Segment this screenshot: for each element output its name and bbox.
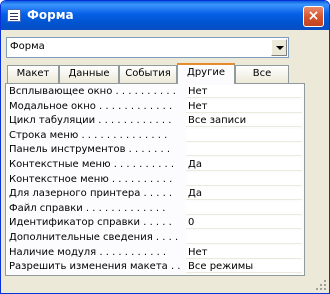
tab-other[interactable]: Другие xyxy=(177,63,235,84)
property-grid: Всплывающее окно . . . . . . . . . . Нет М… xyxy=(5,83,305,276)
property-row[interactable]: Контекстные меню . . . . . . . . . . Да xyxy=(7,158,303,172)
title-bar[interactable]: Форма × xyxy=(1,1,329,30)
property-label: Всплывающее окно . . . . . . . . . . xyxy=(9,86,176,97)
property-row[interactable]: Всплывающее окно . . . . . . . . . . Нет xyxy=(7,85,303,99)
property-row[interactable]: Разрешить изменения макета . . Все режимы xyxy=(7,260,303,274)
object-selector-combo[interactable]: Форма xyxy=(6,37,289,58)
property-value[interactable] xyxy=(186,143,302,157)
property-value[interactable] xyxy=(186,172,302,186)
property-label: Идентификатор справки . . . . . xyxy=(9,217,172,229)
property-row[interactable]: Цикл табуляции . . . . . . . . . . . . Вс… xyxy=(7,114,303,128)
property-label: Модальное окно . . . . . . . . . . . . xyxy=(9,100,173,112)
property-label: Цикл табуляции . . . . . . . . . . . . xyxy=(9,115,172,127)
properties-icon xyxy=(7,9,21,22)
property-row[interactable]: Строка меню . . . . . . . . . . . . . . xyxy=(7,128,303,143)
property-row[interactable]: Идентификатор справки . . . . . 0 xyxy=(7,216,303,230)
property-row[interactable]: Для лазерного принтера . . . . . Да xyxy=(7,187,303,201)
property-value[interactable]: Все записи xyxy=(186,114,302,128)
property-value[interactable]: Нет xyxy=(186,85,302,98)
property-value[interactable]: Да xyxy=(186,158,302,171)
tab-data[interactable]: Данные xyxy=(59,65,119,83)
property-label: Для лазерного принтера . . . . . xyxy=(9,188,173,200)
tab-all[interactable]: Все xyxy=(235,65,289,83)
property-row[interactable]: Контекстное меню . . . . . . . . . . xyxy=(7,172,303,187)
tab-events[interactable]: События xyxy=(119,65,177,83)
property-row[interactable]: Файл справки . . . . . . . . . . . . . xyxy=(7,201,303,216)
property-label: Строка меню . . . . . . . . . . . . . . xyxy=(9,129,168,141)
dropdown-arrow-icon[interactable] xyxy=(271,39,287,56)
property-label: Контекстные меню . . . . . . . . . . xyxy=(9,159,175,170)
property-value[interactable]: Все режимы xyxy=(186,260,302,274)
property-value[interactable]: Нет xyxy=(186,245,302,259)
property-label: Дополнительные сведения . . . . xyxy=(9,232,179,243)
property-value[interactable]: Да xyxy=(186,187,302,201)
property-label: Панель инструментов . . . . . . . xyxy=(9,144,171,156)
property-row[interactable]: Дополнительные сведения . . . . xyxy=(7,231,303,245)
property-row[interactable]: Панель инструментов . . . . . . . xyxy=(7,143,303,157)
property-row[interactable]: Наличие модуля . . . . . . . . . . . Нет xyxy=(7,245,303,260)
tab-layout[interactable]: Макет xyxy=(7,65,59,83)
property-value[interactable] xyxy=(186,231,302,244)
object-selector-value: Форма xyxy=(10,41,45,52)
property-label: Наличие модуля . . . . . . . . . . . xyxy=(9,246,167,258)
property-value[interactable] xyxy=(186,201,302,215)
property-label: Файл справки . . . . . . . . . . . . . xyxy=(9,202,166,214)
property-value[interactable] xyxy=(186,128,302,142)
property-value[interactable]: 0 xyxy=(186,216,302,230)
window-title: Форма xyxy=(27,8,74,22)
property-sheet-window: Форма × Форма Макет Данные События Други… xyxy=(0,0,330,294)
close-button[interactable]: × xyxy=(303,6,324,27)
property-value[interactable]: Нет xyxy=(186,99,302,113)
property-label: Разрешить изменения макета . . xyxy=(9,261,181,273)
property-label: Контекстное меню . . . . . . . . . . xyxy=(9,173,173,185)
resize-grip-icon[interactable] xyxy=(315,279,327,291)
property-row[interactable]: Модальное окно . . . . . . . . . . . . Не… xyxy=(7,99,303,114)
